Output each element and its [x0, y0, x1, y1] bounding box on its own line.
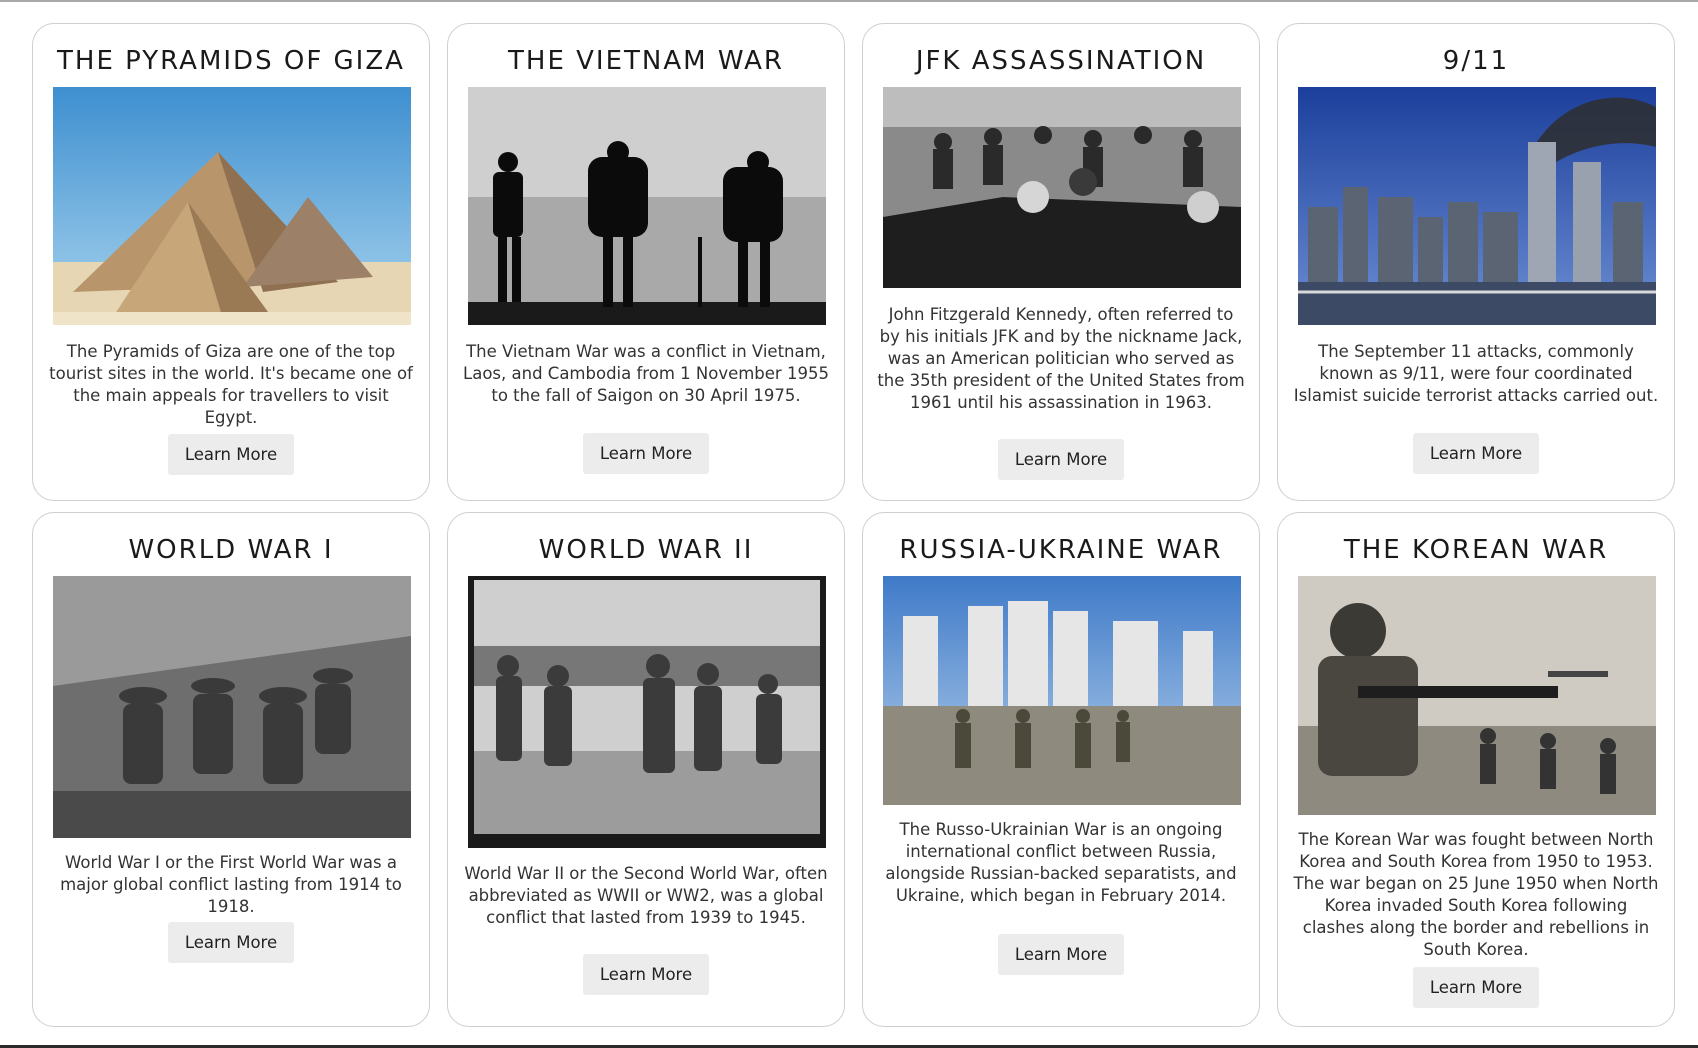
card-description: The September 11 attacks, commonly known…: [1293, 342, 1659, 405]
card-911: 9/11 The September 11 attacks, commonly …: [1277, 23, 1675, 501]
card-russia-ukraine: RUSSIA-UKRAINE WAR The Russo-Ukrainian W…: [862, 512, 1260, 1027]
card-pyramids: THE PYRAMIDS OF GIZA The Pyramids of Giz…: [32, 23, 430, 501]
learn-more-button[interactable]: Learn More: [998, 934, 1124, 975]
learn-more-button[interactable]: Learn More: [583, 954, 709, 995]
learn-more-button[interactable]: Learn More: [583, 433, 709, 474]
motorcade-photo: [883, 87, 1241, 288]
trench-soldiers-photo: [53, 576, 411, 838]
card-description: The Vietnam War was a conflict in Vietna…: [463, 342, 829, 405]
card-description: The Korean War was fought between North …: [1293, 830, 1659, 959]
card-title: THE VIETNAM WAR: [508, 46, 784, 76]
card-wwi: WORLD WAR I World War I or the First Wor…: [32, 512, 430, 1027]
card-description: The Pyramids of Giza are one of the top …: [49, 342, 413, 427]
top-border: [0, 0, 1698, 2]
learn-more-button[interactable]: Learn More: [1413, 967, 1539, 1008]
card-title: JFK ASSASSINATION: [915, 46, 1207, 76]
card-jfk: JFK ASSASSINATION John Fitzgerald Kenned…: [862, 23, 1260, 501]
learn-more-button[interactable]: Learn More: [1413, 433, 1539, 474]
card-title: WORLD WAR II: [538, 535, 754, 565]
pyramids-photo: [53, 87, 411, 325]
card-description: John Fitzgerald Kennedy, often referred …: [877, 305, 1245, 412]
learn-more-button[interactable]: Learn More: [168, 434, 294, 475]
card-title: 9/11: [1442, 46, 1510, 76]
landing-troops-photo: [468, 576, 826, 848]
korean-soldier-photo: [1298, 576, 1656, 815]
learn-more-button[interactable]: Learn More: [168, 922, 294, 963]
card-title: WORLD WAR I: [128, 535, 334, 565]
card-wwii: WORLD WAR II World War II or the Second …: [447, 512, 845, 1027]
card-title: RUSSIA-UKRAINE WAR: [899, 535, 1223, 565]
twin-towers-photo: [1298, 87, 1656, 325]
card-korean-war: THE KOREAN WAR The Korean War was fought…: [1277, 512, 1675, 1027]
card-description: The Russo-Ukrainian War is an ongoing in…: [885, 820, 1237, 905]
soldiers-silhouette-photo: [468, 87, 826, 325]
card-description: World War II or the Second World War, of…: [464, 864, 828, 927]
card-title: THE KOREAN WAR: [1343, 535, 1609, 565]
card-vietnam: THE VIETNAM WAR The Vietnam War was a co…: [447, 23, 845, 501]
card-title: THE PYRAMIDS OF GIZA: [57, 46, 405, 76]
city-ruins-photo: [883, 576, 1241, 805]
learn-more-button[interactable]: Learn More: [998, 439, 1124, 480]
card-description: World War I or the First World War was a…: [60, 853, 402, 916]
